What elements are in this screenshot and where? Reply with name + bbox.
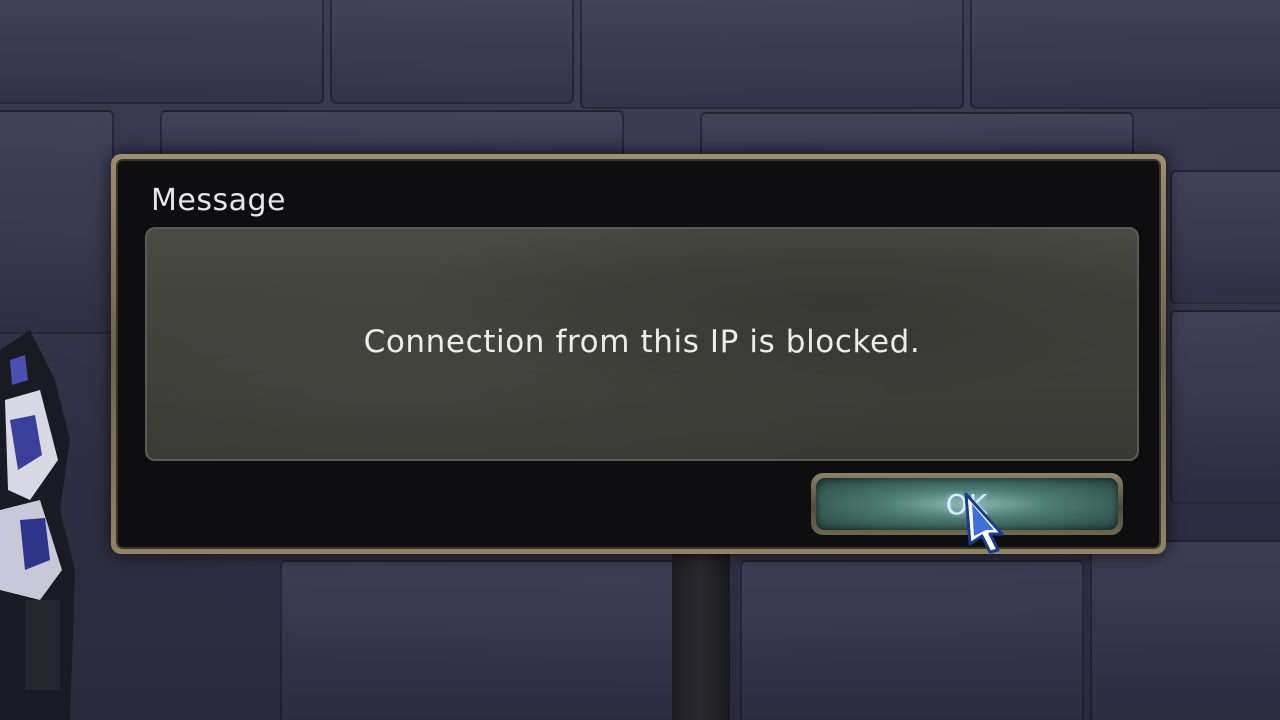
player-character: [0, 330, 75, 720]
message-text: Connection from this IP is blocked.: [363, 324, 921, 360]
wall-stone: [280, 560, 684, 720]
wall-stone: [740, 560, 1084, 720]
wall-pillar: [672, 550, 730, 720]
wall-stone: [1170, 310, 1280, 504]
wall-stone: [1090, 540, 1280, 720]
message-panel: Connection from this IP is blocked.: [145, 227, 1139, 461]
wall-stone: [0, 0, 324, 104]
dialog-title: Message: [151, 183, 286, 218]
wall-stone: [580, 0, 964, 109]
wall-stone: [1170, 170, 1280, 304]
wall-stone: [970, 0, 1280, 109]
pointer-cursor-icon: [964, 492, 1004, 554]
wall-stone: [330, 0, 574, 104]
